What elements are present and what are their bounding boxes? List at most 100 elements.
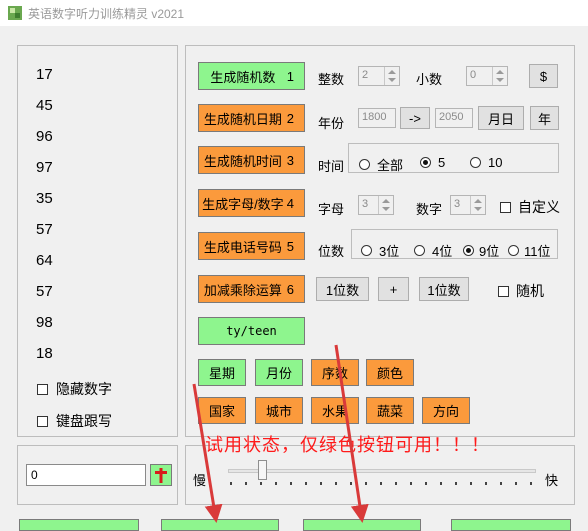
checkbox-box[interactable] <box>37 415 48 427</box>
number-item: 45 <box>36 97 53 114</box>
time-all-label: 全部 <box>377 158 404 173</box>
category-city-button[interactable]: 城市 <box>255 397 303 424</box>
year-arrow-button[interactable]: -> <box>400 107 430 129</box>
year-from-input[interactable]: 1800 <box>358 108 396 128</box>
letter-digit-button[interactable]: 生成字母/数字 4 <box>198 189 305 217</box>
digits-9-radio[interactable]: 9位 <box>463 241 499 260</box>
digits-11-label: 11位 <box>524 244 551 259</box>
random-time-button[interactable]: 生成随机时间 3 <box>198 146 305 174</box>
shortcut-number: 6 <box>286 281 294 297</box>
month-day-button[interactable]: 月日 <box>478 106 524 130</box>
checkbox-box[interactable] <box>500 201 511 213</box>
arithmetic-button[interactable]: 加减乘除运算 6 <box>198 275 305 303</box>
decimal-label: 小数 <box>416 72 443 87</box>
spinner-arrows-icon[interactable] <box>492 67 507 85</box>
year-to-input[interactable]: 2050 <box>435 108 473 128</box>
digits-11-radio[interactable]: 11位 <box>508 241 551 260</box>
category-weekday-button[interactable]: 星期 <box>198 359 246 386</box>
radio-dot[interactable] <box>508 245 519 256</box>
slider-thumb[interactable] <box>258 460 267 480</box>
ty-teen-label: ty/teen <box>226 324 277 338</box>
digits-4-radio[interactable]: 4位 <box>414 241 452 260</box>
decimal-spinner[interactable]: 0 <box>466 66 508 86</box>
digit-label: 数字 <box>416 202 443 217</box>
bottom-button[interactable] <box>303 519 421 531</box>
month-day-label: 月日 <box>487 111 514 127</box>
operator-button[interactable]: + <box>378 277 409 301</box>
phone-number-label: 生成电话号码 <box>203 239 282 255</box>
time-10-radio[interactable]: 10 <box>470 155 502 170</box>
time-10-label: 10 <box>488 155 503 170</box>
radio-dot[interactable] <box>361 245 372 256</box>
category-label: 国家 <box>208 404 235 419</box>
time-5-label: 5 <box>438 155 446 170</box>
year-to-value: 2050 <box>439 111 464 123</box>
dollar-button[interactable]: $ <box>529 64 558 88</box>
category-country-button[interactable]: 国家 <box>198 397 246 424</box>
digit-count-spinner[interactable]: 3 <box>450 195 486 215</box>
digits-3-radio[interactable]: 3位 <box>361 241 399 260</box>
category-color-button[interactable]: 颜色 <box>366 359 414 386</box>
radio-dot[interactable] <box>359 159 370 170</box>
spinner-arrows-icon[interactable] <box>470 196 485 214</box>
hide-numbers-label: 隐藏数字 <box>56 381 112 397</box>
random-number-label: 生成随机数 <box>210 69 276 85</box>
number-item: 98 <box>36 314 53 331</box>
operand1-button[interactable]: 1位数 <box>316 277 369 301</box>
cross-button[interactable] <box>150 464 172 486</box>
letter-count-spinner[interactable]: 3 <box>358 195 394 215</box>
radio-dot[interactable] <box>470 157 481 168</box>
category-vegetable-button[interactable]: 蔬菜 <box>366 397 414 424</box>
shortcut-number: 5 <box>286 238 294 254</box>
random-time-label: 生成随机时间 <box>203 153 282 169</box>
radio-dot[interactable] <box>414 245 425 256</box>
random-label: 随机 <box>516 283 544 299</box>
number-item: 97 <box>36 159 53 176</box>
answer-input[interactable]: 0 <box>26 464 146 486</box>
bottom-button[interactable] <box>451 519 571 531</box>
random-date-button[interactable]: 生成随机日期 2 <box>198 104 305 132</box>
category-label: 颜色 <box>376 366 403 381</box>
radio-dot-selected[interactable] <box>420 157 431 168</box>
bottom-button[interactable] <box>161 519 279 531</box>
radio-dot-selected[interactable] <box>463 245 474 256</box>
shortcut-number: 3 <box>286 152 294 168</box>
slider-track[interactable] <box>228 469 536 473</box>
operand2-button[interactable]: 1位数 <box>419 277 469 301</box>
year-button-label: 年 <box>537 111 551 127</box>
category-label: 星期 <box>208 366 235 381</box>
category-direction-button[interactable]: 方向 <box>422 397 470 424</box>
random-date-label: 生成随机日期 <box>203 111 282 127</box>
custom-checkbox[interactable]: 自定义 <box>500 197 560 217</box>
number-item: 64 <box>36 252 53 269</box>
letter-digit-label: 生成字母/数字 <box>202 196 284 212</box>
shortcut-number: 2 <box>286 110 294 126</box>
category-fruit-button[interactable]: 水果 <box>311 397 359 424</box>
hide-numbers-checkbox[interactable]: 隐藏数字 <box>37 379 112 399</box>
arithmetic-label: 加减乘除运算 <box>203 282 282 298</box>
dollar-label: $ <box>539 68 548 84</box>
category-ordinal-button[interactable]: 序数 <box>311 359 359 386</box>
speed-slider[interactable] <box>228 460 536 489</box>
title-bar: 英语数字听力训练精灵 v2021 <box>0 0 588 26</box>
keyboard-dictation-checkbox[interactable]: 键盘跟写 <box>37 411 112 431</box>
number-item: 18 <box>36 345 53 362</box>
ty-teen-button[interactable]: ty/teen <box>198 317 305 345</box>
app-window: 英语数字听力训练精灵 v2021 17 45 96 97 35 57 64 57… <box>0 0 588 531</box>
time-5-radio[interactable]: 5 <box>420 155 445 170</box>
integer-value: 2 <box>362 69 369 81</box>
checkbox-box[interactable] <box>37 383 48 395</box>
cross-icon <box>155 468 167 483</box>
year-button[interactable]: 年 <box>530 106 559 130</box>
spinner-arrows-icon[interactable] <box>378 196 393 214</box>
checkbox-box[interactable] <box>498 285 509 297</box>
category-month-button[interactable]: 月份 <box>255 359 303 386</box>
spinner-arrows-icon[interactable] <box>384 67 399 85</box>
category-label: 蔬菜 <box>376 404 403 419</box>
bottom-button[interactable] <box>19 519 139 531</box>
time-all-radio[interactable]: 全部 <box>359 155 403 174</box>
random-number-button[interactable]: 生成随机数 1 <box>198 62 305 90</box>
integer-spinner[interactable]: 2 <box>358 66 400 86</box>
random-checkbox[interactable]: 随机 <box>498 281 544 301</box>
phone-number-button[interactable]: 生成电话号码 5 <box>198 232 305 260</box>
